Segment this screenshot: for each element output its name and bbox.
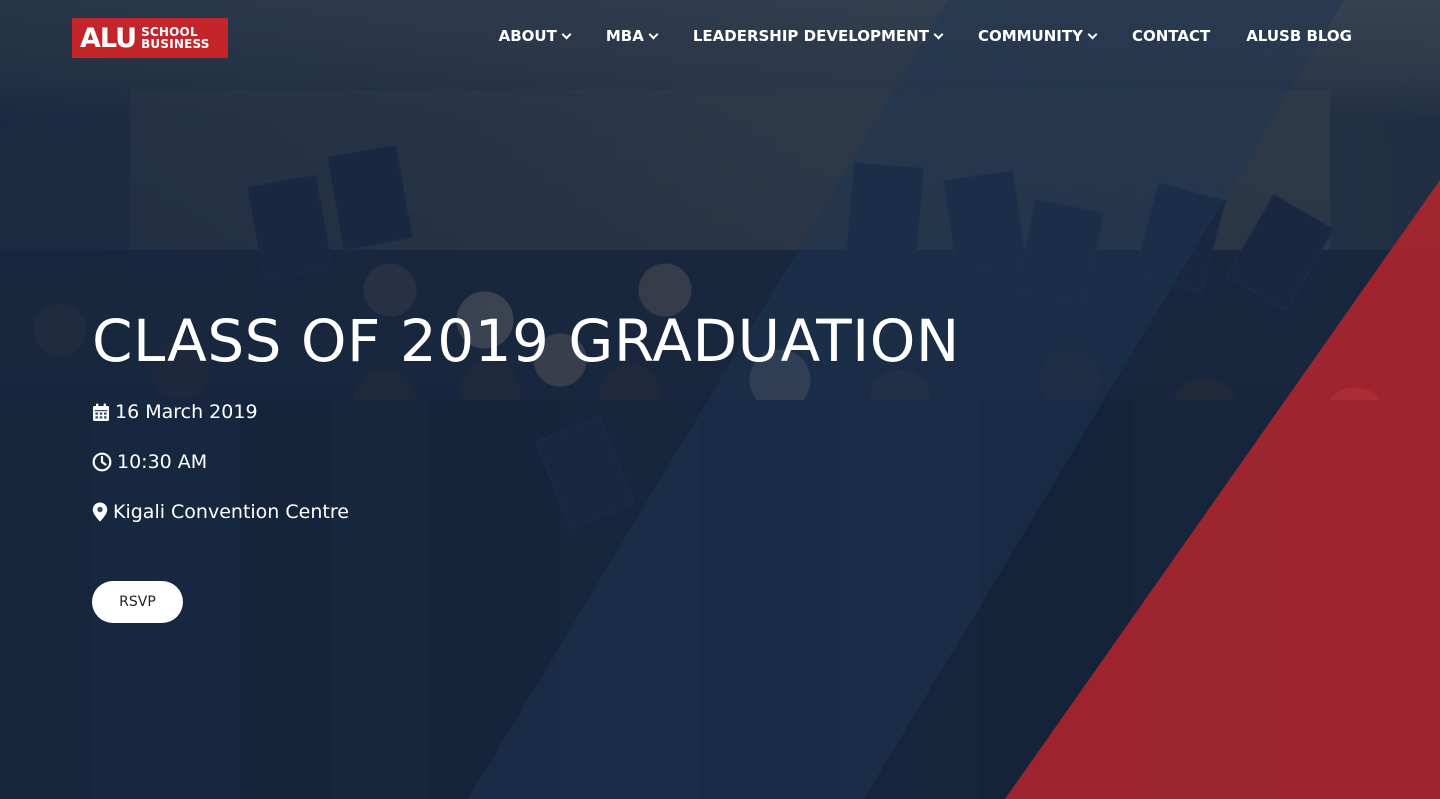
event-location: Kigali Convention Centre [92, 499, 960, 525]
map-marker-icon [92, 502, 108, 522]
event-time: 10:30 AM [92, 449, 960, 475]
event-date-text: 16 March 2019 [115, 401, 258, 423]
nav-label: LEADERSHIP DEVELOPMENT [692, 27, 929, 45]
event-time-text: 10:30 AM [117, 451, 208, 473]
logo-text: SCHOOL BUSINESS [141, 26, 210, 50]
nav-item-about[interactable]: ABOUT [498, 27, 572, 45]
site-header: ALU SCHOOL BUSINESS ABOUT MBA LEADERSHIP… [0, 0, 1440, 80]
nav-item-contact[interactable]: CONTACT [1132, 27, 1210, 45]
logo-line-2: BUSINESS [141, 37, 210, 51]
logo-mark: ALU [80, 22, 137, 54]
calendar-icon [93, 403, 109, 421]
clock-icon [92, 452, 112, 472]
nav-label: COMMUNITY [977, 27, 1083, 45]
chevron-down-icon [561, 29, 572, 39]
event-content: CLASS OF 2019 GRADUATION 16 March 2019 1… [92, 305, 960, 623]
event-date: 16 March 2019 [92, 399, 960, 425]
alu-school-of-business-logo[interactable]: ALU SCHOOL BUSINESS [72, 18, 228, 58]
nav-label: ALUSB BLOG [1246, 27, 1352, 45]
nav-label: ABOUT [498, 27, 557, 45]
nav-item-community[interactable]: COMMUNITY [977, 27, 1098, 45]
chevron-down-icon [648, 29, 659, 39]
nav-item-leadership-development[interactable]: LEADERSHIP DEVELOPMENT [692, 27, 944, 45]
nav-item-alusb-blog[interactable]: ALUSB BLOG [1246, 27, 1352, 45]
event-meta: 16 March 2019 10:30 AM Kigali Convention… [92, 399, 960, 525]
event-title: CLASS OF 2019 GRADUATION [92, 307, 960, 375]
nav-item-mba[interactable]: MBA [605, 27, 659, 45]
nav-label: CONTACT [1131, 27, 1211, 45]
rsvp-button[interactable]: RSVP [92, 581, 183, 623]
nav-label: MBA [605, 27, 644, 45]
main-nav: ABOUT MBA LEADERSHIP DEVELOPMENT COMMUNI… [499, 27, 1352, 45]
event-location-text: Kigali Convention Centre [113, 501, 349, 523]
chevron-down-icon [1087, 29, 1098, 39]
chevron-down-icon [933, 29, 944, 39]
